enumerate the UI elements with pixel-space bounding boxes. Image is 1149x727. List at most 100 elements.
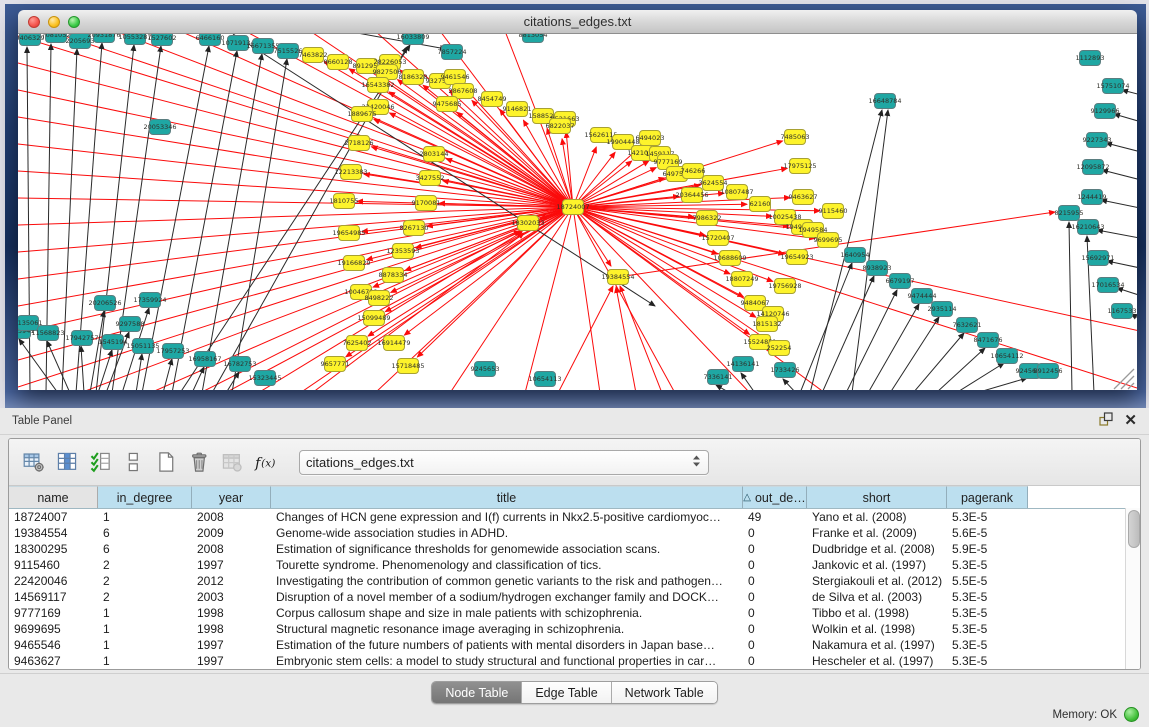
graph-node[interactable]: 17975125	[783, 159, 816, 174]
toolbar-button-delete-table[interactable]	[186, 449, 212, 475]
graph-node[interactable]: 9245653	[471, 362, 500, 377]
vertical-scrollbar[interactable]	[1125, 508, 1140, 669]
graph-node[interactable]: 8660128	[324, 55, 353, 70]
graph-node[interactable]: 8471676	[974, 333, 1003, 348]
graph-node[interactable]: 1112893	[1076, 51, 1105, 66]
table-select-dropdown[interactable]: citations_edges.txt	[299, 450, 709, 475]
graph-node[interactable]: 2718126	[345, 136, 374, 151]
graph-node[interactable]: 1527602	[148, 34, 177, 46]
graph-node[interactable]: 1167533	[1108, 304, 1137, 319]
graph-node[interactable]: 8938923	[863, 261, 892, 276]
memory-ok-indicator[interactable]	[1124, 707, 1139, 722]
graph-node[interactable]: 2935114	[928, 302, 957, 317]
graph-node[interactable]: 9115460	[819, 204, 848, 219]
graph-node[interactable]: 9227343	[1083, 133, 1112, 148]
graph-node[interactable]: 7857224	[438, 45, 467, 60]
graph-node[interactable]: 19166829	[337, 256, 370, 271]
graph-node[interactable]: 6494023	[636, 131, 665, 146]
tab-edge-table[interactable]: Edge Table	[522, 682, 611, 703]
graph-node[interactable]: 9474444	[908, 289, 937, 304]
toolbar-button-table-settings[interactable]	[21, 449, 47, 475]
graph-node[interactable]: 2803144	[420, 147, 449, 162]
column-header-short[interactable]: short	[807, 486, 947, 508]
graph-node[interactable]: 746266	[681, 164, 706, 179]
graph-node[interactable]: 7625402	[343, 336, 372, 351]
graph-node[interactable]: 7632621	[953, 318, 982, 333]
graph-node[interactable]: 8813054	[519, 34, 548, 43]
toolbar-button-new-table[interactable]	[153, 449, 179, 475]
graph-node[interactable]: 15323445	[248, 371, 281, 386]
graph-node[interactable]: 62160	[750, 197, 771, 212]
table-row[interactable]: 946362711997Embryonic stem cells: a mode…	[9, 653, 1140, 669]
toolbar-button-select-columns[interactable]	[87, 449, 113, 475]
graph-node[interactable]: 10654113	[528, 372, 561, 387]
graph-node[interactable]: 8186328	[399, 70, 428, 85]
graph-node[interactable]: 9463627	[789, 190, 818, 205]
column-header-year[interactable]: year	[192, 486, 271, 508]
graph-node[interactable]: 7515526	[274, 44, 303, 59]
graph-node[interactable]: 1244419	[1078, 190, 1107, 205]
column-header-out_de[interactable]: △out_de…	[743, 486, 807, 508]
table-row[interactable]: 1830029562008Estimation of significance …	[9, 541, 1140, 557]
graph-node[interactable]: 7986322	[693, 211, 722, 226]
tab-node-table[interactable]: Node Table	[432, 682, 522, 703]
network-canvas[interactable]: 1872400774638228660128891295428226053982…	[18, 34, 1137, 390]
graph-node[interactable]: 1889675	[348, 107, 377, 122]
table-row[interactable]: 2242004622012Investigating the contribut…	[9, 573, 1140, 589]
toolbar-button-merge-tables[interactable]	[120, 449, 146, 475]
graph-node[interactable]: 12353593	[386, 244, 419, 259]
graph-node[interactable]: 9657771	[321, 357, 350, 372]
graph-node[interactable]: 16210643	[1071, 220, 1104, 235]
graph-node[interactable]: 1810755	[330, 194, 359, 209]
graph-node[interactable]: 19384554	[601, 270, 634, 285]
graph-node[interactable]: 15720407	[701, 231, 734, 246]
graph-node[interactable]: 8215955	[1055, 206, 1084, 221]
graph-node[interactable]: 10688609	[713, 251, 746, 266]
graph-node[interactable]: 9129966	[1091, 104, 1120, 119]
graph-node[interactable]: 8878334	[379, 268, 408, 283]
graph-node[interactable]: 18807249	[725, 272, 758, 287]
resize-grip-icon[interactable]	[1114, 369, 1134, 389]
toolbar-button-delete-rows[interactable]	[219, 449, 245, 475]
graph-node[interactable]: 9297588	[116, 317, 145, 332]
graph-node[interactable]: 252254	[767, 341, 792, 356]
graph-node[interactable]: 7485063	[781, 130, 810, 145]
table-row[interactable]: 911546021997Tourette syndrome. Phenomeno…	[9, 557, 1140, 573]
graph-node[interactable]: 9475685	[433, 97, 462, 112]
column-header-in_degree[interactable]: in_degree	[98, 486, 192, 508]
table-row[interactable]: 977716911998Corpus callosum shape and si…	[9, 605, 1140, 621]
table-row[interactable]: 1872400712008Changes of HCN gene express…	[9, 509, 1140, 525]
graph-node[interactable]: 12095872	[1076, 160, 1109, 175]
tab-network-table[interactable]: Network Table	[612, 682, 717, 703]
graph-node[interactable]: 1640954	[841, 248, 870, 263]
column-header-pagerank[interactable]: pagerank	[947, 486, 1028, 508]
graph-node[interactable]: 1545194	[99, 335, 128, 350]
table-row[interactable]: 969969511998Structural magnetic resonanc…	[9, 621, 1140, 637]
toolbar-button-show-columns[interactable]	[54, 449, 80, 475]
graph-node[interactable]: 16914479	[377, 336, 410, 351]
table-row[interactable]: 946554611997Estimation of the future num…	[9, 637, 1140, 653]
graph-node[interactable]: 16648784	[868, 94, 901, 109]
column-header-title[interactable]: title	[271, 486, 743, 508]
graph-node[interactable]: 19654985	[332, 226, 365, 241]
graph-node[interactable]: 15051135	[126, 339, 159, 354]
graph-node[interactable]: 20206526	[88, 296, 121, 311]
column-header-name[interactable]: name	[9, 486, 98, 508]
graph-node[interactable]: 8267130	[400, 221, 429, 236]
graph-node[interactable]: 3427552	[416, 171, 445, 186]
graph-node[interactable]: 9146821	[503, 102, 532, 117]
graph-node[interactable]: 6466160	[196, 34, 225, 46]
graph-node[interactable]: 14136141	[726, 357, 759, 372]
graph-node[interactable]: 9170081	[412, 196, 441, 211]
graph-node[interactable]: 6822037	[546, 119, 575, 134]
close-panel-icon[interactable]: ✕	[1124, 414, 1137, 428]
graph-node[interactable]: 1815132	[753, 317, 782, 332]
graph-node[interactable]: 8912456	[1034, 364, 1063, 379]
scrollbar-thumb[interactable]	[1128, 510, 1140, 548]
graph-node[interactable]: 7336141	[704, 370, 733, 385]
graph-node[interactable]: 17016534	[1091, 278, 1124, 293]
graph-node[interactable]: 15099489	[357, 311, 390, 326]
graph-node[interactable]: 15718485	[391, 359, 424, 374]
graph-node[interactable]: 8498222	[365, 291, 394, 306]
graph-node[interactable]: 6679197	[886, 274, 915, 289]
